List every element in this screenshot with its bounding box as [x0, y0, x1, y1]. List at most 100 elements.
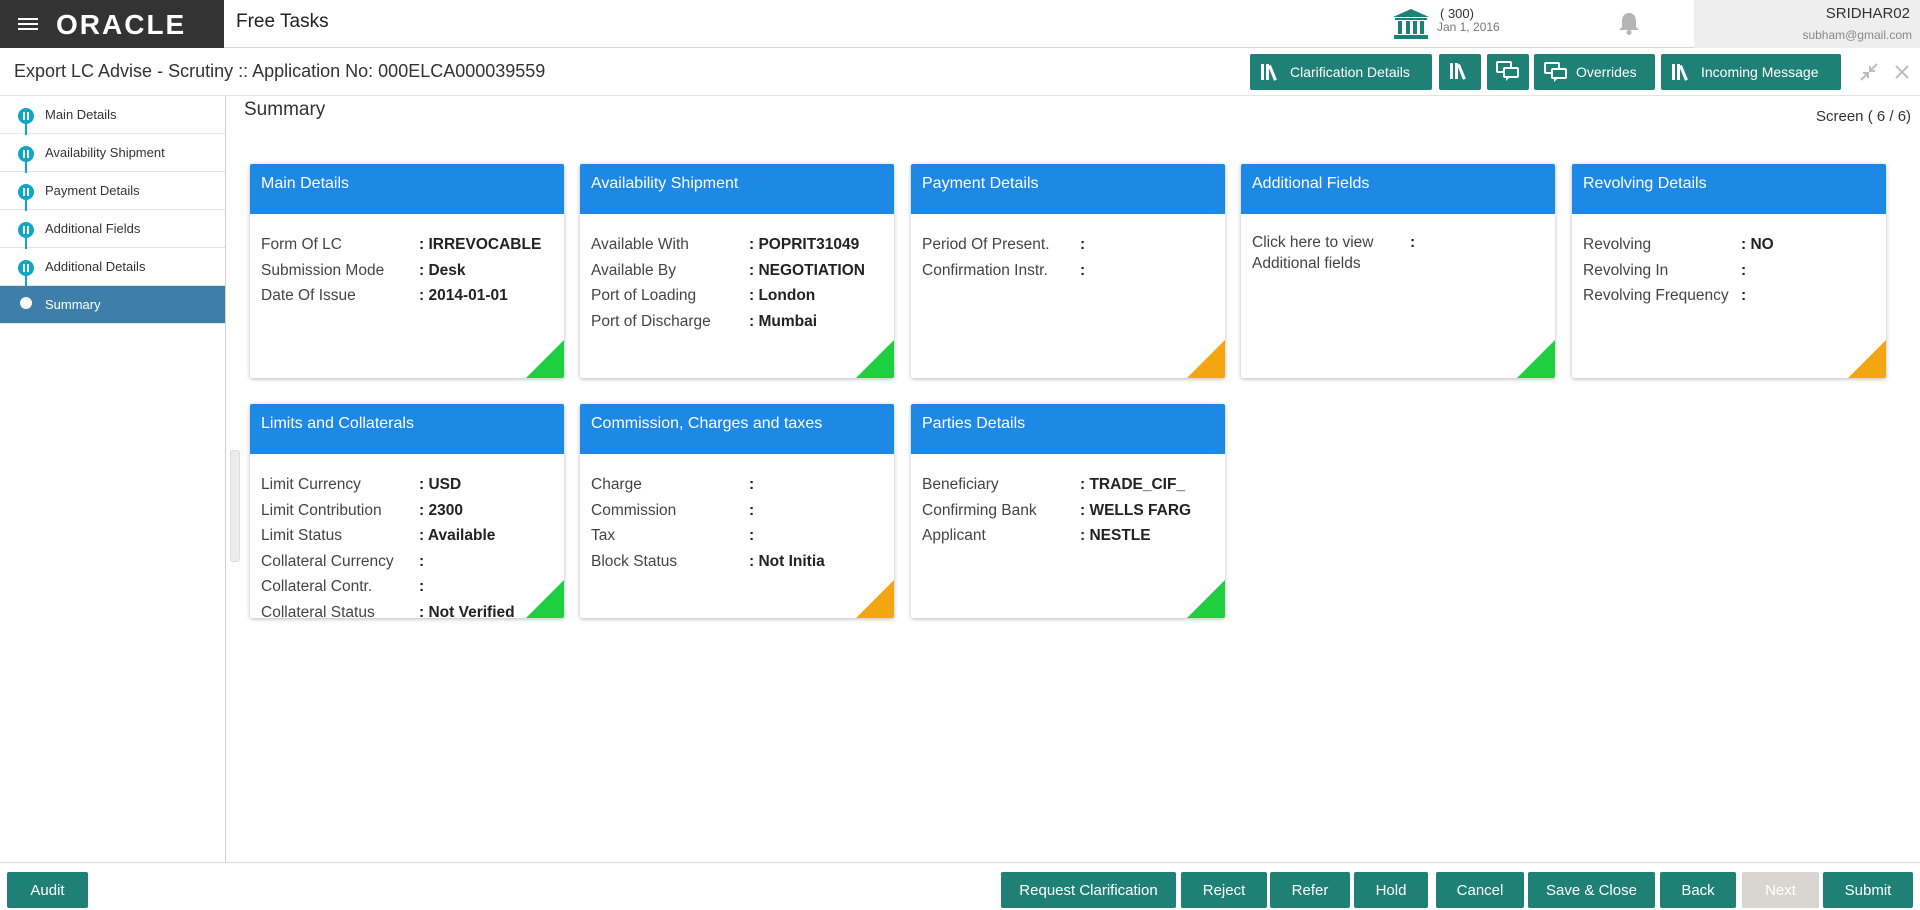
minimize-icon[interactable] — [1859, 62, 1879, 82]
step-complete-icon — [18, 184, 34, 200]
field-label: Limit Currency — [261, 476, 361, 493]
chat-icon — [1496, 60, 1520, 84]
library-button[interactable] — [1439, 54, 1481, 90]
view-additional-fields-link-2[interactable]: Additional fields — [1252, 255, 1361, 272]
field-value: : — [419, 578, 425, 595]
view-additional-fields-link[interactable]: Click here to view — [1252, 234, 1373, 251]
summary-card-payment-details[interactable]: Payment Details Period Of Present.: Conf… — [911, 164, 1225, 378]
field-value: : — [1080, 261, 1086, 279]
card-title: Parties Details — [911, 404, 1225, 454]
summary-card-main-details[interactable]: Main Details Form Of LC: IRREVOCABLE Sub… — [250, 164, 564, 378]
card-title: Availability Shipment — [580, 164, 894, 214]
card-title: Commission, Charges and taxes — [580, 404, 894, 454]
branch-code: ( 300) — [1440, 6, 1474, 21]
incoming-message-label: Incoming Message — [1701, 64, 1819, 80]
panel-resize-handle[interactable] — [230, 450, 240, 562]
reject-button[interactable]: Reject — [1181, 872, 1267, 908]
summary-card-limits-collaterals[interactable]: Limits and Collaterals Limit Currency: U… — [250, 404, 564, 618]
field-value: : — [1080, 236, 1086, 253]
sidebar-item-label: Main Details — [45, 107, 117, 122]
summary-card-revolving-details[interactable]: Revolving Details Revolving : NO Revolvin… — [1572, 164, 1886, 378]
field-value: : NO — [1741, 236, 1774, 253]
sidebar-item-label: Availability Shipment — [45, 145, 165, 160]
chat-icon — [1544, 62, 1568, 82]
field-value: : Available — [419, 527, 496, 544]
app-title: Free Tasks — [236, 11, 329, 32]
top-bar: ORACLE Free Tasks ( 300) Jan 1, 2016 SRI… — [0, 0, 1920, 48]
field-label: Collateral Status — [261, 603, 375, 619]
messages-button[interactable] — [1487, 54, 1529, 90]
step-complete-icon — [18, 146, 34, 162]
brand-area: ORACLE — [0, 0, 224, 48]
status-corner-complete — [526, 340, 564, 378]
step-complete-icon — [18, 108, 34, 124]
field-label: Revolving — [1583, 236, 1652, 253]
field-label: Available With — [591, 236, 689, 253]
summary-card-commission-charges[interactable]: Commission, Charges and taxes Charge: Co… — [580, 404, 894, 618]
field-value: : NEGOTIATION — [749, 261, 865, 279]
card-title: Payment Details — [911, 164, 1225, 214]
status-corner-complete — [1187, 580, 1225, 618]
audit-button[interactable]: Audit — [7, 872, 88, 908]
field-label: Period Of Present. — [922, 236, 1050, 253]
field-label: Applicant — [922, 527, 986, 544]
sidebar-item-additional-details[interactable]: Additional Details — [0, 248, 225, 287]
summary-card-availability-shipment[interactable]: Availability Shipment Available With: PO… — [580, 164, 894, 378]
branch-date: Jan 1, 2016 — [1437, 20, 1500, 34]
summary-card-parties-details[interactable]: Parties Details Beneficiary: TRADE_CIF_ … — [911, 404, 1225, 618]
field-label: Form Of LC — [261, 236, 342, 253]
user-menu[interactable]: SRIDHAR02 subham@gmail.com — [1694, 0, 1920, 48]
field-label: Collateral Currency — [261, 552, 394, 570]
sidebar-item-payment-details[interactable]: Payment Details — [0, 172, 225, 211]
card-title: Limits and Collaterals — [250, 404, 564, 454]
field-label: Revolving In — [1583, 261, 1669, 279]
step-current-icon — [20, 297, 32, 309]
page-title: Export LC Advise - Scrutiny :: Applicati… — [14, 61, 546, 81]
overrides-label: Overrides — [1576, 64, 1637, 80]
submit-button[interactable]: Submit — [1823, 872, 1913, 908]
library-icon — [1671, 63, 1693, 81]
field-label: Tax — [591, 527, 616, 544]
sidebar-item-label: Additional Details — [45, 259, 146, 274]
field-label: Submission Mode — [261, 261, 385, 279]
save-close-button[interactable]: Save & Close — [1528, 872, 1655, 908]
step-complete-icon — [18, 222, 34, 238]
step-complete-icon — [18, 260, 34, 276]
field-label: Limit Contribution — [261, 501, 382, 519]
field-value: : Not Initia — [749, 552, 825, 570]
status-corner-pending — [1848, 340, 1886, 378]
field-label: Confirmation Instr. — [922, 261, 1048, 279]
sidebar-item-additional-fields[interactable]: Additional Fields — [0, 210, 225, 249]
field-label: Limit Status — [261, 527, 342, 544]
sidebar-item-availability-shipment[interactable]: Availability Shipment — [0, 134, 225, 173]
bell-icon[interactable] — [1618, 11, 1640, 35]
request-clarification-button[interactable]: Request Clarification — [1001, 872, 1176, 908]
hold-button[interactable]: Hold — [1354, 872, 1428, 908]
field-label: Date Of Issue — [261, 287, 356, 304]
sidebar-item-main-details[interactable]: Main Details — [0, 96, 225, 135]
summary-card-additional-fields[interactable]: Additional Fields Click here to view Add… — [1241, 164, 1555, 378]
field-label: Port of Loading — [591, 287, 697, 304]
field-value: : — [1741, 261, 1747, 279]
overrides-button[interactable]: Overrides — [1534, 54, 1655, 90]
refer-button[interactable]: Refer — [1270, 872, 1350, 908]
field-label: Revolving Frequency — [1583, 287, 1729, 304]
field-value: : — [749, 527, 755, 544]
field-label[interactable]: Click here to view Additional fields — [1252, 232, 1410, 274]
sidebar-item-summary[interactable]: Summary — [0, 286, 225, 324]
card-title: Revolving Details — [1572, 164, 1886, 214]
incoming-message-button[interactable]: Incoming Message — [1661, 54, 1841, 90]
next-button[interactable]: Next — [1742, 872, 1819, 908]
field-value: : IRREVOCABLE — [419, 236, 542, 253]
status-corner-complete — [1517, 340, 1555, 378]
field-label: Commission — [591, 501, 677, 519]
clarification-details-button[interactable]: Clarification Details — [1250, 54, 1432, 90]
action-footer: Audit Request Clarification Reject Refer… — [0, 862, 1920, 910]
back-button[interactable]: Back — [1660, 872, 1736, 908]
field-label: Collateral Contr. — [261, 578, 373, 595]
close-icon[interactable] — [1892, 62, 1912, 82]
bank-icon[interactable] — [1392, 8, 1430, 40]
screen-indicator: Screen ( 6 / 6) — [1816, 108, 1912, 125]
menu-icon[interactable] — [18, 15, 38, 33]
cancel-button[interactable]: Cancel — [1436, 872, 1524, 908]
